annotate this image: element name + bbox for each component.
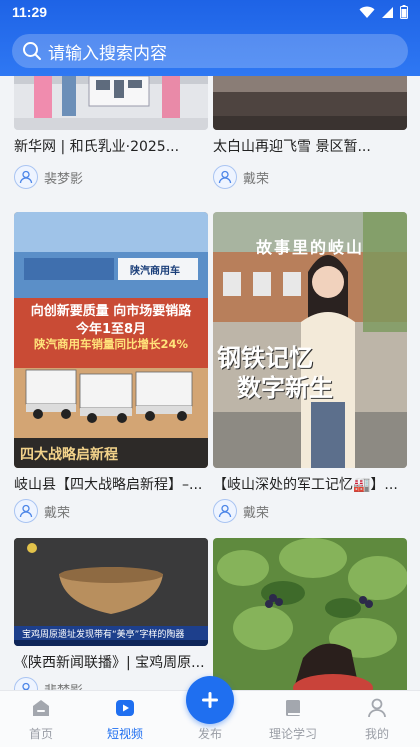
header: 11:29 请输入搜索内容 bbox=[0, 0, 420, 76]
author-name: 戴荣 bbox=[243, 505, 270, 521]
user-icon bbox=[218, 170, 232, 184]
tab-short-video[interactable]: 短视频 bbox=[90, 697, 160, 742]
avatar bbox=[14, 165, 38, 189]
thumbnail-image bbox=[14, 76, 208, 130]
thumbnail-subheadline: 今年1至8月 bbox=[75, 322, 147, 337]
thumbnail-brand: 陕汽商用车 bbox=[130, 266, 180, 277]
publish-button[interactable] bbox=[186, 676, 234, 724]
thumbnail-image bbox=[213, 538, 407, 690]
video-thumbnail[interactable] bbox=[213, 538, 407, 690]
video-title[interactable]: 太白山再迎飞雪 景区暂... bbox=[213, 138, 407, 156]
thumbnail-subheadline: 数字新生 bbox=[237, 374, 333, 402]
video-title[interactable]: 岐山县【四大战略启新程】–... bbox=[14, 476, 208, 494]
video-thumbnail[interactable] bbox=[14, 76, 208, 130]
video-author[interactable]: 戴荣 bbox=[213, 164, 407, 190]
video-card[interactable]: 故事里的岐山 钢铁记忆 数字新生 【岐山深处的军工记忆🏭】... 戴荣 bbox=[213, 212, 407, 524]
user-icon bbox=[22, 682, 30, 690]
video-feed[interactable]: 新华网 | 和氏乳业·2025... 裴梦影 太白山再迎飞雪 景区暂... 戴荣 bbox=[0, 76, 420, 690]
user-icon bbox=[218, 504, 232, 518]
status-icons bbox=[359, 5, 408, 19]
tab-home[interactable]: 首页 bbox=[6, 697, 76, 742]
news-ticker: 宝鸡周原遗址发现带有“美亭”字样的陶器 bbox=[22, 630, 185, 640]
thumbnail-stat: 陕汽商用车销量同比增长24% bbox=[33, 337, 189, 351]
author-name: 戴荣 bbox=[44, 505, 71, 521]
status-bar: 11:29 bbox=[0, 0, 420, 26]
user-icon bbox=[19, 504, 33, 518]
plus-icon bbox=[202, 692, 218, 708]
search-bar[interactable]: 请输入搜索内容 bbox=[12, 34, 408, 68]
video-author[interactable]: 戴荣 bbox=[14, 498, 208, 524]
tab-label: 理论学习 bbox=[268, 727, 317, 741]
tab-label: 我的 bbox=[364, 727, 389, 741]
tab-label: 首页 bbox=[28, 727, 53, 741]
avatar bbox=[213, 165, 237, 189]
video-card[interactable]: 宝鸡周原遗址发现带有“美亭”字样的陶器 《陕西新闻联播》| 宝鸡周原... 裴梦… bbox=[14, 538, 208, 690]
thumbnail-headline: 向创新要质量 向市场要销路 bbox=[30, 304, 192, 319]
video-author[interactable]: 裴梦影 bbox=[14, 676, 208, 690]
wifi-icon bbox=[359, 6, 375, 18]
video-card[interactable]: 陕汽商用车 向创新要质量 向市场要销路 今年1至8月 陕汽商用车销量同比增长24… bbox=[14, 212, 208, 524]
video-title[interactable]: 《陕西新闻联播》| 宝鸡周原... bbox=[14, 654, 208, 672]
status-time: 11:29 bbox=[12, 4, 48, 20]
tab-label: 短视频 bbox=[106, 727, 143, 741]
search-input[interactable]: 请输入搜索内容 bbox=[48, 39, 167, 64]
video-thumbnail[interactable]: 宝鸡周原遗址发现带有“美亭”字样的陶器 bbox=[14, 538, 208, 646]
user-icon bbox=[19, 170, 33, 184]
thumbnail-image bbox=[213, 76, 407, 130]
search-icon bbox=[23, 42, 41, 60]
author-name: 裴梦影 bbox=[44, 171, 84, 187]
battery-icon bbox=[400, 5, 408, 19]
avatar bbox=[213, 499, 237, 523]
video-title[interactable]: 新华网 | 和氏乳业·2025... bbox=[14, 138, 208, 156]
video-icon bbox=[116, 700, 134, 716]
user-icon bbox=[368, 698, 386, 718]
video-thumbnail[interactable] bbox=[213, 76, 407, 130]
avatar bbox=[14, 499, 38, 523]
thumbnail-caption: 四大战略启新程 bbox=[20, 447, 118, 463]
video-thumbnail[interactable]: 陕汽商用车 向创新要质量 向市场要销路 今年1至8月 陕汽商用车销量同比增长24… bbox=[14, 212, 208, 468]
author-name: 戴荣 bbox=[243, 171, 270, 187]
publish-label: 发布 bbox=[197, 727, 222, 741]
avatar bbox=[14, 677, 38, 690]
tab-mine[interactable]: 我的 bbox=[342, 697, 412, 742]
author-name: 裴梦影 bbox=[44, 680, 83, 691]
thumbnail-series-title: 故事里的岐山 bbox=[255, 238, 364, 257]
video-author[interactable]: 戴荣 bbox=[213, 498, 407, 524]
video-thumbnail[interactable]: 故事里的岐山 钢铁记忆 数字新生 bbox=[213, 212, 407, 468]
video-author[interactable]: 裴梦影 bbox=[14, 164, 208, 190]
signal-icon bbox=[382, 6, 393, 18]
home-icon bbox=[33, 700, 49, 716]
book-icon bbox=[286, 700, 300, 716]
video-card[interactable] bbox=[213, 538, 407, 690]
tab-theory-study[interactable]: 理论学习 bbox=[258, 697, 328, 742]
video-card[interactable]: 太白山再迎飞雪 景区暂... 戴荣 bbox=[213, 76, 407, 190]
video-card[interactable]: 新华网 | 和氏乳业·2025... 裴梦影 bbox=[14, 76, 208, 190]
video-title[interactable]: 【岐山深处的军工记忆🏭】... bbox=[213, 476, 407, 494]
